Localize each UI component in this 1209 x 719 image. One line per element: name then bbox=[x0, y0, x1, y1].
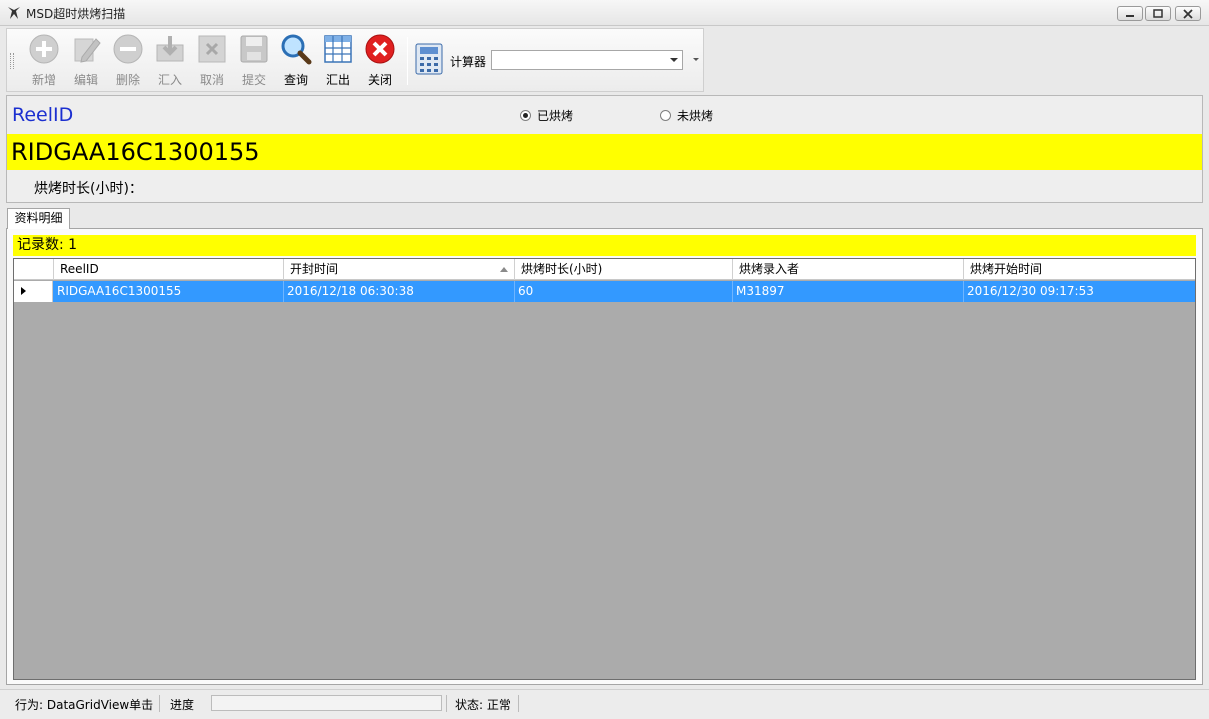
header-corner[interactable] bbox=[14, 259, 54, 280]
tab-details[interactable]: 资料明细 bbox=[7, 208, 70, 229]
toolbar-grip[interactable] bbox=[10, 53, 14, 69]
edit-button-label: 编辑 bbox=[73, 73, 98, 87]
cell-bake-hours[interactable]: 60 bbox=[515, 281, 733, 302]
cell-open-time[interactable]: 2016/12/18 06:30:38 bbox=[284, 281, 515, 302]
minimize-button[interactable] bbox=[1117, 6, 1143, 21]
app-logo-icon bbox=[8, 7, 20, 19]
cell-bake-start[interactable]: 2016/12/30 09:17:53 bbox=[964, 281, 1195, 302]
close-icon bbox=[1183, 9, 1193, 19]
cancel-x-icon bbox=[198, 35, 226, 63]
radio-checked-icon[interactable] bbox=[520, 110, 531, 121]
progress-label: 进度 bbox=[170, 698, 195, 712]
close-window-button[interactable] bbox=[1175, 6, 1201, 21]
maximize-icon bbox=[1153, 9, 1163, 18]
reel-id-input[interactable]: RIDGAA16C1300155 bbox=[7, 134, 1202, 170]
table-row[interactable]: RIDGAA16C1300155 2016/12/18 06:30:38 60 … bbox=[14, 281, 1195, 302]
calculator-icon bbox=[415, 43, 443, 75]
pencil-icon bbox=[74, 38, 101, 63]
column-header-reelid[interactable]: ReelID bbox=[54, 259, 284, 280]
title-bar: MSD超时烘烤扫描 bbox=[0, 0, 1209, 26]
cancel-button-label: 取消 bbox=[199, 73, 224, 87]
dropdown-arrow-icon[interactable] bbox=[670, 58, 678, 62]
delete-button-label: 删除 bbox=[115, 73, 140, 87]
import-box-icon bbox=[156, 36, 184, 62]
add-button-label: 新增 bbox=[31, 73, 56, 87]
calculator-label: 计算器 bbox=[450, 55, 487, 69]
grid-table-icon bbox=[324, 35, 352, 63]
import-button[interactable]: 汇入 bbox=[150, 33, 190, 89]
submit-button[interactable]: 提交 bbox=[234, 33, 274, 89]
query-button-label: 查询 bbox=[283, 73, 308, 87]
status-separator bbox=[159, 695, 160, 712]
column-header-open-time-label: 开封时间 bbox=[290, 262, 339, 276]
import-button-label: 汇入 bbox=[157, 73, 182, 87]
status-action: 行为: DataGridView单击 bbox=[15, 698, 154, 712]
details-tab-panel: 资料明细 记录数: 1 ReelID 开封时间 烘烤时长(小时) 烘烤录入者 烘… bbox=[6, 207, 1203, 685]
save-disk-icon bbox=[240, 35, 268, 63]
column-header-open-time[interactable]: 开封时间 bbox=[284, 259, 515, 280]
query-button[interactable]: 查询 bbox=[276, 33, 316, 89]
column-header-bake-hours[interactable]: 烘烤时长(小时) bbox=[515, 259, 733, 280]
column-header-operator[interactable]: 烘烤录入者 bbox=[733, 259, 964, 280]
tab-body: 记录数: 1 ReelID 开封时间 烘烤时长(小时) 烘烤录入者 烘烤开始时间… bbox=[6, 228, 1203, 685]
radio-baked[interactable]: 已烘烤 bbox=[520, 107, 573, 124]
close-red-circle-icon bbox=[365, 34, 395, 64]
radio-baked-label: 已烘烤 bbox=[537, 109, 574, 123]
cancel-button[interactable]: 取消 bbox=[192, 33, 232, 89]
window-title: MSD超时烘烤扫描 bbox=[26, 7, 126, 21]
minus-circle-icon bbox=[113, 34, 143, 64]
submit-button-label: 提交 bbox=[241, 73, 266, 87]
cell-operator[interactable]: M31897 bbox=[733, 281, 964, 302]
magnifier-icon bbox=[281, 34, 312, 65]
delete-button[interactable]: 删除 bbox=[108, 33, 148, 89]
edit-button[interactable]: 编辑 bbox=[66, 33, 106, 89]
status-bar: 行为: DataGridView单击 进度 状态: 正常 bbox=[0, 689, 1209, 719]
radio-unchecked-icon[interactable] bbox=[660, 110, 671, 121]
column-header-bake-start[interactable]: 烘烤开始时间 bbox=[964, 259, 1195, 280]
maximize-button[interactable] bbox=[1145, 6, 1171, 21]
reel-panel: ReelID 已烘烤 未烘烤 RIDGAA16C1300155 烘烤时长(小时)… bbox=[6, 95, 1203, 203]
status-separator bbox=[518, 695, 519, 712]
progress-bar bbox=[211, 695, 442, 711]
row-selector-icon[interactable] bbox=[14, 281, 53, 302]
export-button[interactable]: 汇出 bbox=[318, 33, 358, 89]
close-button[interactable]: 关闭 bbox=[360, 33, 400, 89]
export-button-label: 汇出 bbox=[325, 73, 350, 87]
calculator-select[interactable] bbox=[491, 50, 683, 70]
status-text: 状态: 正常 bbox=[455, 698, 511, 712]
cell-reelid[interactable]: RIDGAA16C1300155 bbox=[54, 281, 284, 302]
plus-circle-icon bbox=[29, 34, 59, 64]
radio-not-baked-label: 未烘烤 bbox=[677, 109, 714, 123]
radio-not-baked[interactable]: 未烘烤 bbox=[660, 107, 713, 124]
data-grid[interactable]: ReelID 开封时间 烘烤时长(小时) 烘烤录入者 烘烤开始时间 RIDGAA… bbox=[13, 258, 1196, 680]
sort-ascending-icon bbox=[500, 267, 508, 272]
reel-id-label: ReelID bbox=[12, 104, 74, 126]
minimize-icon bbox=[1126, 15, 1134, 17]
toolbar-overflow-button[interactable] bbox=[690, 28, 702, 90]
status-separator bbox=[446, 695, 447, 712]
toolbar-separator bbox=[407, 37, 408, 85]
grid-header: ReelID 开封时间 烘烤时长(小时) 烘烤录入者 烘烤开始时间 bbox=[14, 259, 1195, 280]
bake-duration-label: 烘烤时长(小时)： bbox=[34, 181, 143, 197]
record-count: 记录数: 1 bbox=[13, 235, 1196, 256]
add-button[interactable]: 新增 bbox=[24, 33, 64, 89]
toolbar: 新增 编辑 删除 汇入 取消 提交 查询 汇出 关闭 计算器 bbox=[6, 28, 704, 92]
close-button-label: 关闭 bbox=[367, 73, 392, 87]
